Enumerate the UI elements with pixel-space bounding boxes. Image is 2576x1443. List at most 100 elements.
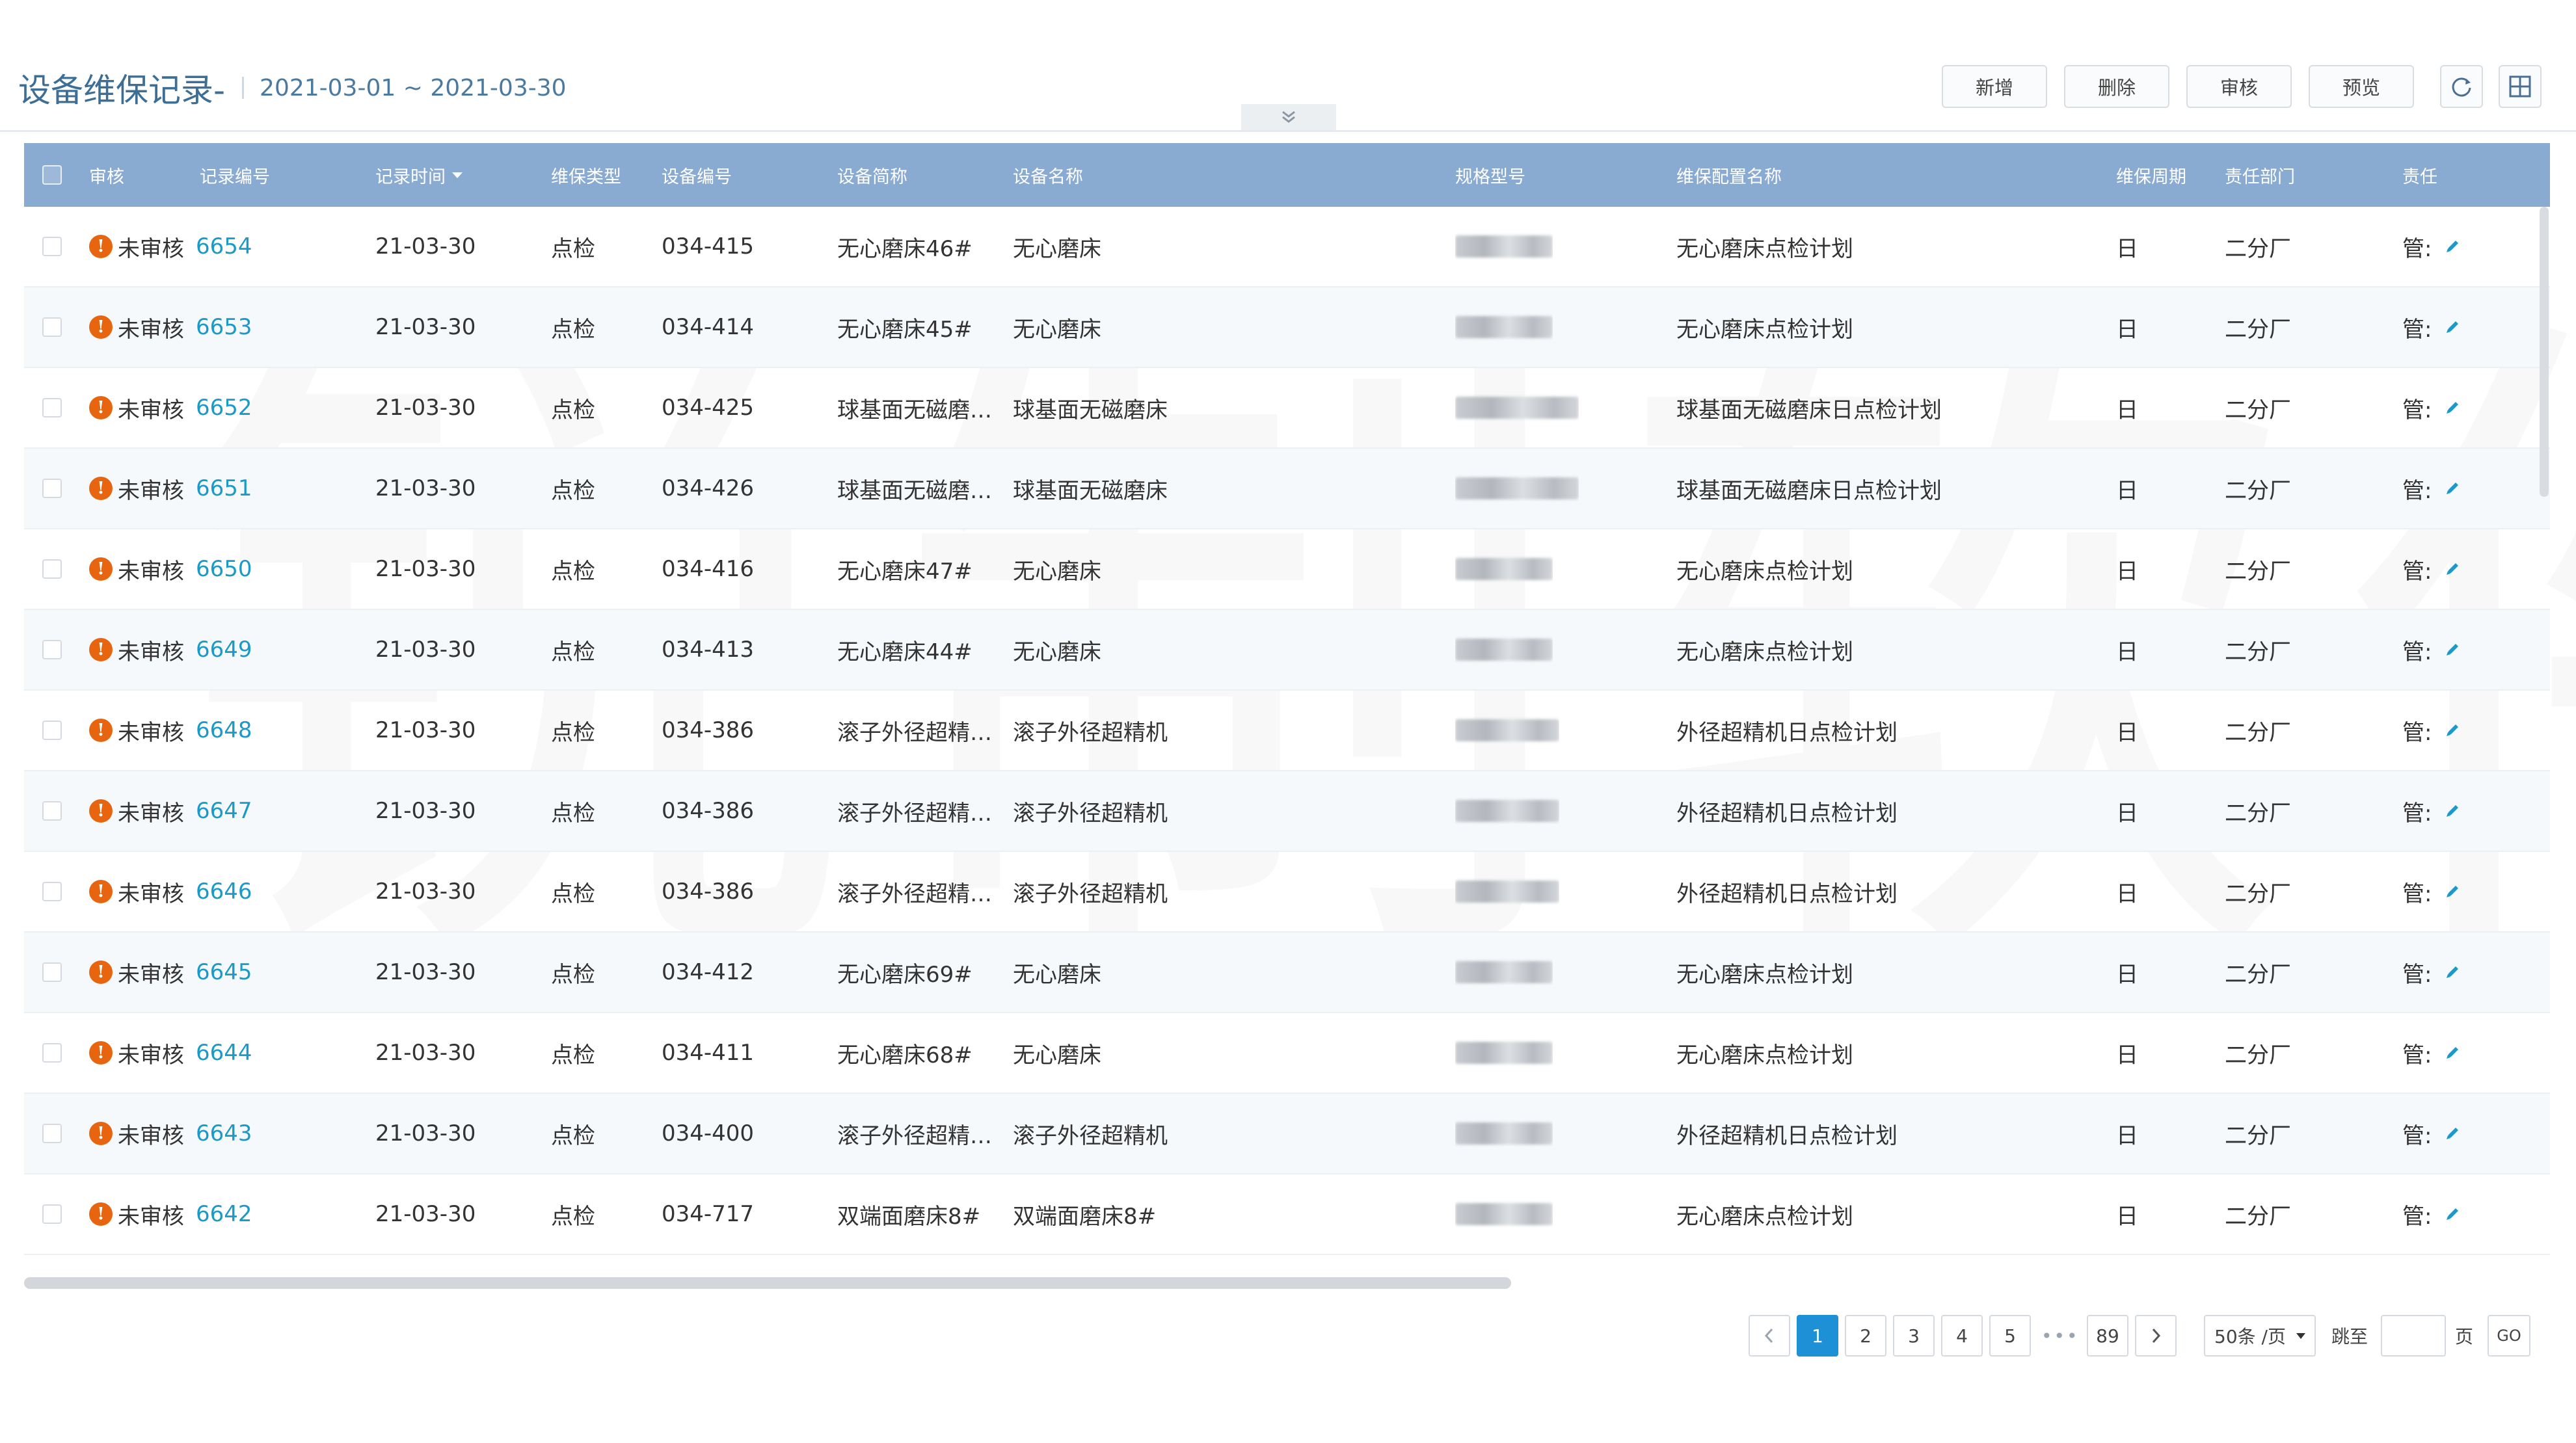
collapse-toggle[interactable] [1241, 104, 1336, 130]
refresh-button[interactable] [2440, 65, 2483, 108]
status-text: 未审核 [118, 235, 184, 262]
page-3[interactable]: 3 [1893, 1315, 1935, 1357]
edit-icon[interactable] [2443, 1205, 2462, 1223]
table-row[interactable]: ! 未审核 6645 21-03-30 点检 034-412 无心磨床69# 无心磨床 无心磨床… [24, 933, 2550, 1013]
cell-record-time: 21-03-30 [375, 475, 476, 501]
prev-page-button[interactable] [1749, 1315, 1790, 1357]
record-no-link[interactable]: 6648 [196, 717, 252, 743]
page-5[interactable]: 5 [1989, 1315, 2031, 1357]
col-record-no[interactable]: 记录编号 [200, 143, 270, 207]
row-checkbox[interactable] [42, 479, 62, 498]
edit-icon[interactable] [2443, 560, 2462, 578]
row-checkbox[interactable] [42, 801, 62, 821]
col-device-no[interactable]: 设备编号 [662, 143, 732, 207]
table-row[interactable]: ! 未审核 6652 21-03-30 点检 034-425 球基面无磁磨… 球基面无磁磨床 球… [24, 368, 2550, 449]
col-dept[interactable]: 责任部门 [2225, 143, 2295, 207]
cell-device-no: 034-411 [662, 1040, 755, 1066]
edit-icon[interactable] [2443, 318, 2462, 336]
edit-icon[interactable] [2443, 237, 2462, 256]
preview-button[interactable]: 预览 [2309, 65, 2414, 108]
edit-icon[interactable] [2443, 802, 2462, 820]
record-no-link[interactable]: 6654 [196, 233, 252, 259]
row-checkbox[interactable] [42, 882, 62, 901]
record-no-link[interactable]: 6642 [196, 1201, 252, 1227]
select-all-checkbox[interactable] [42, 165, 62, 185]
redacted-value [1455, 639, 1553, 661]
row-checkbox[interactable] [42, 962, 62, 982]
row-checkbox[interactable] [42, 317, 62, 337]
table-row[interactable]: ! 未审核 6654 21-03-30 点检 034-415 无心磨床46# 无心磨床 无心磨床… [24, 207, 2550, 287]
record-no-link[interactable]: 6650 [196, 556, 252, 582]
col-status[interactable]: 审核 [89, 143, 124, 207]
edit-icon[interactable] [2443, 479, 2462, 497]
row-checkbox[interactable] [42, 1124, 62, 1143]
horizontal-scrollbar[interactable] [24, 1277, 1511, 1289]
col-cycle[interactable]: 维保周期 [2116, 143, 2186, 207]
jump-page-input[interactable] [2381, 1315, 2446, 1357]
table-row[interactable]: ! 未审核 6643 21-03-30 点检 034-400 滚子外径超精… 滚子外径超精机 外… [24, 1094, 2550, 1174]
table-row[interactable]: ! 未审核 6648 21-03-30 点检 034-386 滚子外径超精… 滚子外径超精机 外… [24, 691, 2550, 771]
delete-button[interactable]: 删除 [2064, 65, 2169, 108]
page-4[interactable]: 4 [1941, 1315, 1983, 1357]
edit-icon[interactable] [2443, 1124, 2462, 1143]
col-plan-name[interactable]: 维保配置名称 [1676, 143, 1782, 207]
row-checkbox[interactable] [42, 721, 62, 740]
table-row[interactable]: ! 未审核 6647 21-03-30 点检 034-386 滚子外径超精… 滚子外径超精机 外… [24, 771, 2550, 852]
col-owner[interactable]: 责任 [2402, 143, 2437, 207]
table-row[interactable]: ! 未审核 6646 21-03-30 点检 034-386 滚子外径超精… 滚子外径超精机 外… [24, 852, 2550, 933]
col-device-short[interactable]: 设备简称 [837, 143, 907, 207]
owner-text: 管: [2402, 880, 2432, 907]
edit-icon[interactable] [2443, 963, 2462, 981]
layout-button[interactable] [2499, 65, 2542, 108]
owner-text: 管: [2402, 1203, 2432, 1230]
table-row[interactable]: ! 未审核 6649 21-03-30 点检 034-413 无心磨床44# 无心磨床 无心磨床… [24, 610, 2550, 691]
record-no-link[interactable]: 6651 [196, 475, 252, 501]
next-page-button[interactable] [2135, 1315, 2177, 1357]
col-maint-type[interactable]: 维保类型 [551, 143, 621, 207]
record-no-link[interactable]: 6646 [196, 879, 252, 905]
vertical-scrollbar[interactable] [2540, 207, 2549, 497]
edit-icon[interactable] [2443, 399, 2462, 417]
record-no-link[interactable]: 6649 [196, 637, 252, 663]
table-row[interactable]: ! 未审核 6644 21-03-30 点检 034-411 无心磨床68# 无心磨床 无心磨床… [24, 1013, 2550, 1094]
audit-button[interactable]: 审核 [2186, 65, 2292, 108]
cell-device-name: 滚子外径超精机 [1013, 800, 1168, 827]
page-size-select[interactable]: 50条 /页 [2204, 1315, 2316, 1357]
refresh-icon [2452, 77, 2471, 97]
record-no-link[interactable]: 6653 [196, 314, 252, 340]
record-no-link[interactable]: 6652 [196, 395, 252, 421]
row-checkbox[interactable] [42, 1043, 62, 1063]
row-checkbox[interactable] [42, 559, 62, 579]
record-no-link[interactable]: 6645 [196, 959, 252, 985]
page-2[interactable]: 2 [1845, 1315, 1886, 1357]
row-checkbox[interactable] [42, 640, 62, 659]
edit-icon[interactable] [2443, 721, 2462, 739]
row-checkbox[interactable] [42, 237, 62, 256]
page-1[interactable]: 1 [1797, 1315, 1838, 1357]
edit-icon[interactable] [2443, 1044, 2462, 1062]
table-row[interactable]: ! 未审核 6650 21-03-30 点检 034-416 无心磨床47# 无心磨床 无心磨床… [24, 529, 2550, 610]
edit-icon[interactable] [2443, 641, 2462, 659]
table-row[interactable]: ! 未审核 6653 21-03-30 点检 034-414 无心磨床45# 无心磨床 无心磨床… [24, 287, 2550, 368]
sort-desc-icon[interactable] [452, 172, 463, 178]
edit-icon[interactable] [2443, 882, 2462, 901]
col-spec[interactable]: 规格型号 [1455, 143, 1525, 207]
table-row[interactable]: ! 未审核 6642 21-03-30 点检 034-717 双端面磨床8# 双端面磨床8# 无… [24, 1174, 2550, 1255]
page-ellipsis[interactable]: ••• [2041, 1315, 2080, 1357]
row-checkbox[interactable] [42, 398, 62, 417]
col-record-time[interactable]: 记录时间 [375, 143, 463, 207]
page-last[interactable]: 89 [2087, 1315, 2128, 1357]
record-no-link[interactable]: 6647 [196, 798, 252, 824]
status-text: 未审核 [118, 1042, 184, 1068]
row-checkbox[interactable] [42, 1204, 62, 1224]
record-no-link[interactable]: 6644 [196, 1040, 252, 1066]
table-row[interactable]: ! 未审核 6651 21-03-30 点检 034-426 球基面无磁磨… 球基面无磁磨床 球… [24, 449, 2550, 529]
add-button[interactable]: 新增 [1942, 65, 2047, 108]
record-no-link[interactable]: 6643 [196, 1120, 252, 1146]
caret-down-icon [2296, 1332, 2305, 1339]
status-cell: ! 未审核 6651 [89, 449, 252, 528]
cell-maint-type: 点检 [551, 235, 595, 262]
cell-record-time: 21-03-30 [375, 637, 476, 663]
go-button[interactable]: GO [2488, 1315, 2530, 1357]
col-device-name[interactable]: 设备名称 [1013, 143, 1083, 207]
